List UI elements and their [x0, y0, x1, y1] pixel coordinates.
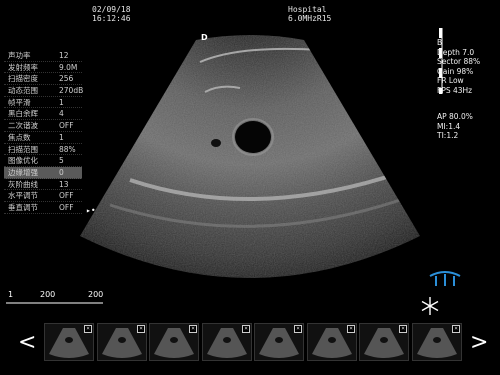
thumbnail[interactable]: ×	[412, 323, 462, 361]
imaging-info: B Depth 7.0 Sector 88% Gain 98% FR Low F…	[437, 38, 480, 95]
param-value: 1	[59, 132, 64, 142]
fps-label: FPS 43Hz	[437, 85, 473, 95]
param-value: 9.0M	[59, 62, 78, 72]
param-label: 帧平滑	[8, 97, 31, 107]
param-label: 扫描密度	[8, 74, 38, 84]
close-icon[interactable]: ×	[452, 325, 460, 333]
depth-label: Depth 7.0	[437, 47, 475, 57]
close-icon[interactable]: ×	[242, 325, 250, 333]
param-value: 13	[59, 179, 69, 189]
param-row[interactable]: 动态范围 270dB	[4, 85, 84, 97]
param-value: 0	[59, 167, 64, 177]
param-row[interactable]: 水平调节 OFF	[4, 190, 82, 202]
next-button[interactable]: >	[470, 332, 488, 354]
param-label: 动态范围	[8, 86, 38, 96]
param-value: 1	[59, 97, 64, 107]
thumbnail[interactable]: ×	[254, 323, 304, 361]
param-value: 12	[59, 51, 69, 60]
param-value: 270dB	[59, 86, 84, 96]
thumbnail[interactable]: ×	[44, 323, 94, 361]
parameter-menu: 声功率 12 发射频率 9.0M 扫描密度 256 动态范围 270dB 帧平滑 1 黑白余辉 4 二次…	[4, 50, 84, 214]
param-label: 黑白余辉	[8, 109, 38, 119]
snowflake-icon[interactable]	[420, 296, 440, 316]
param-row[interactable]: 黑白余辉 4	[4, 108, 82, 120]
mechanical-index-label: MI:1.4	[437, 121, 461, 131]
mode-label: B	[437, 38, 443, 47]
param-label: 灰阶曲线	[8, 179, 38, 189]
param-row[interactable]: 边缘增强 0	[4, 166, 82, 179]
param-value: OFF	[59, 191, 74, 201]
close-icon[interactable]: ×	[189, 325, 197, 333]
param-row[interactable]: 扫描密度 256	[4, 73, 82, 85]
param-label: 边缘增强	[8, 167, 38, 177]
chevron-left-icon: <	[18, 330, 37, 355]
param-value: 5	[59, 156, 64, 166]
param-row[interactable]: 扫描范围 88%	[4, 144, 82, 156]
scale-bar: 1 200 200	[6, 290, 103, 306]
param-label: 二次谐波	[8, 121, 38, 131]
param-value: OFF	[59, 121, 74, 131]
close-icon[interactable]: ×	[294, 325, 302, 333]
param-label: 发射频率	[8, 62, 38, 72]
param-row[interactable]: 焦点数 1	[4, 132, 82, 144]
param-row[interactable]: 发射频率 9.0M	[4, 62, 82, 74]
thumbnail[interactable]: ×	[359, 323, 409, 361]
param-row[interactable]: 帧平滑 1	[4, 97, 82, 109]
sector-label: Sector 88%	[437, 57, 481, 66]
close-icon[interactable]: ×	[347, 325, 355, 333]
scale-mid: 200	[40, 290, 56, 299]
close-icon[interactable]: ×	[84, 325, 92, 333]
param-row[interactable]: 二次谐波 OFF	[4, 120, 82, 132]
gain-label: Gain 98%	[437, 66, 474, 76]
thermal-index-label: TI:1.2	[437, 131, 459, 140]
scale-left: 1	[8, 290, 14, 299]
thumbnail[interactable]: ×	[307, 323, 357, 361]
param-label: 声功率	[8, 51, 31, 60]
param-value: OFF	[59, 202, 74, 212]
param-value: 4	[59, 109, 64, 119]
param-row[interactable]: 灰阶曲线 13	[4, 179, 82, 191]
acoustic-power-label: AP 80.0%	[437, 112, 473, 121]
param-value: 256	[59, 74, 74, 84]
frame-rate-label: FR Low	[437, 76, 464, 85]
close-icon[interactable]: ×	[399, 325, 407, 333]
param-label: 图像优化	[8, 156, 38, 166]
close-icon[interactable]: ×	[137, 325, 145, 333]
safety-info: AP 80.0% MI:1.4 TI:1.2	[437, 112, 473, 141]
param-label: 水平调节	[8, 191, 38, 201]
image-orientation-label: D	[201, 33, 208, 42]
thumbnail[interactable]: ×	[97, 323, 147, 361]
prev-button[interactable]: <	[18, 332, 36, 354]
param-label: 扫描范围	[8, 144, 38, 154]
probe-icon	[429, 271, 461, 286]
scale-right: 200	[88, 290, 104, 299]
param-value: 88%	[59, 144, 76, 154]
param-row[interactable]: 垂直调节 OFF	[4, 202, 82, 214]
thumbnail[interactable]: ×	[149, 323, 199, 361]
param-row[interactable]: 图像优化 5	[4, 155, 82, 167]
thumbnail[interactable]: ×	[202, 323, 252, 361]
focus-marker-icon: ▸•	[86, 206, 96, 215]
scale-line	[6, 302, 103, 304]
param-row[interactable]: 声功率 12	[4, 50, 82, 62]
param-label: 焦点数	[8, 132, 31, 142]
param-label: 垂直调节	[8, 202, 38, 212]
chevron-right-icon: >	[470, 330, 489, 355]
